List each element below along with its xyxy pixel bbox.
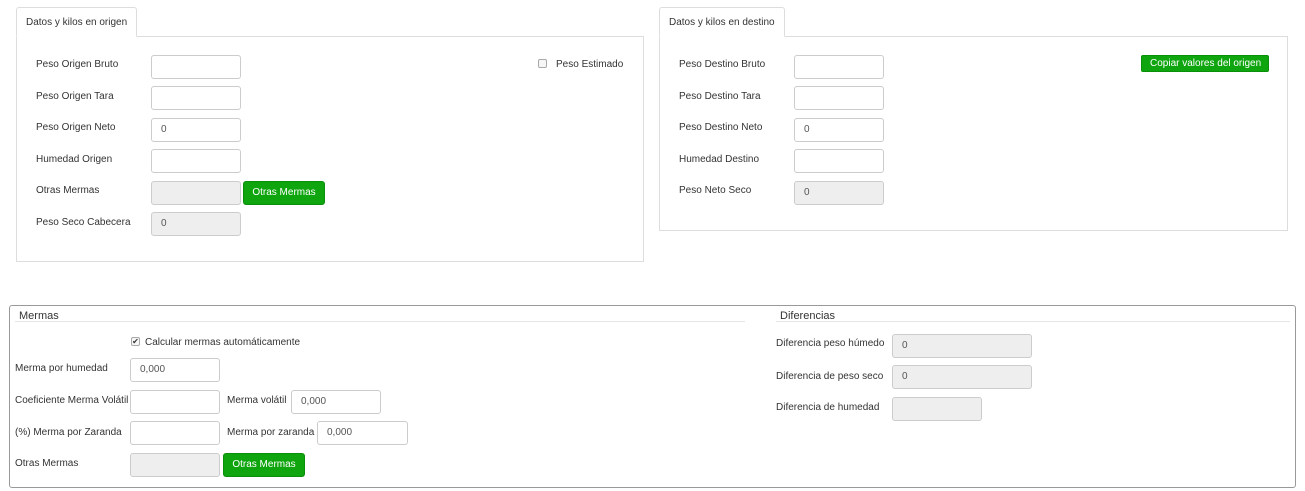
peso-destino-tara-label: Peso Destino Tara (679, 91, 761, 102)
humedad-origen-label: Humedad Origen (36, 154, 113, 165)
peso-destino-bruto-input[interactable] (794, 55, 884, 79)
pct-merma-zaranda-input[interactable] (130, 421, 220, 445)
merma-zaranda-input[interactable]: 0,000 (317, 421, 408, 445)
peso-destino-neto-label: Peso Destino Neto (679, 122, 763, 133)
otras-mermas-label: Otras Mermas (15, 458, 79, 469)
humedad-destino-label: Humedad Destino (679, 154, 760, 165)
calcular-mermas-checkbox[interactable]: ✔ (131, 337, 140, 346)
pct-merma-zaranda-label: (%) Merma por Zaranda (15, 427, 122, 438)
merma-zaranda-label: Merma por zaranda (227, 427, 315, 438)
mermas-divider (15, 321, 745, 322)
otras-mermas-button[interactable]: Otras Mermas (223, 453, 305, 477)
peso-estimado-checkbox[interactable] (538, 59, 547, 68)
merma-volatil-label: Merma volátil (227, 395, 287, 406)
peso-destino-bruto-label: Peso Destino Bruto (679, 59, 766, 70)
diferencia-peso-seco-label: Diferencia de peso seco (776, 371, 884, 382)
peso-origen-tara-input[interactable] (151, 86, 241, 110)
merma-volatil-input[interactable]: 0,000 (291, 390, 381, 414)
tab-origen[interactable]: Datos y kilos en origen (16, 7, 138, 37)
calcular-mermas-label: Calcular mermas automáticamente (145, 337, 301, 348)
peso-seco-cabecera-label: Peso Seco Cabecera (36, 217, 131, 228)
peso-destino-tara-input[interactable] (794, 86, 884, 110)
diferencia-peso-humedo-input: 0 (892, 334, 1032, 358)
humedad-origen-input[interactable] (151, 149, 241, 173)
diferencia-humedad-input (892, 397, 982, 421)
diferencias-divider (776, 321, 1290, 322)
otras-mermas-origen-button[interactable]: Otras Mermas (243, 181, 325, 205)
merma-humedad-label: Merma por humedad (15, 363, 108, 374)
peso-seco-cabecera-input: 0 (151, 212, 241, 236)
otras-mermas-input (130, 453, 220, 477)
merma-humedad-input[interactable]: 0,000 (130, 358, 220, 382)
copiar-valores-origen-button[interactable]: Copiar valores del origen (1141, 55, 1269, 72)
peso-neto-seco-input: 0 (794, 181, 884, 205)
peso-origen-bruto-input[interactable] (151, 55, 241, 79)
peso-origen-neto-input[interactable]: 0 (151, 118, 241, 142)
otras-mermas-origen-label: Otras Mermas (36, 185, 100, 196)
otras-mermas-origen-input (151, 181, 241, 205)
peso-neto-seco-label: Peso Neto Seco (679, 185, 752, 196)
peso-origen-neto-label: Peso Origen Neto (36, 122, 116, 133)
peso-origen-bruto-label: Peso Origen Bruto (36, 59, 119, 70)
peso-estimado-label: Peso Estimado (556, 59, 624, 70)
coef-merma-volatil-input[interactable] (130, 390, 220, 414)
humedad-destino-input[interactable] (794, 149, 884, 173)
coef-merma-volatil-label: Coeficiente Merma Volátil (15, 395, 129, 406)
tab-destino[interactable]: Datos y kilos en destino (659, 7, 785, 37)
diferencia-humedad-label: Diferencia de humedad (776, 402, 880, 413)
diferencia-peso-humedo-label: Diferencia peso húmedo (776, 338, 885, 349)
peso-origen-tara-label: Peso Origen Tara (36, 91, 114, 102)
diferencia-peso-seco-input: 0 (892, 365, 1032, 389)
peso-destino-neto-input[interactable]: 0 (794, 118, 884, 142)
